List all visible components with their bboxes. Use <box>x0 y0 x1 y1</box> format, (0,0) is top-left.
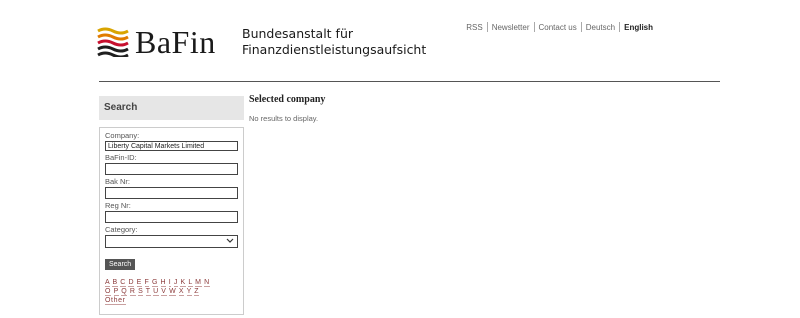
category-select[interactable] <box>105 235 238 248</box>
no-results-message: No results to display. <box>249 114 319 123</box>
nav-rss[interactable]: RSS <box>462 23 486 32</box>
letter-link[interactable]: P <box>113 288 119 296</box>
letter-link[interactable]: W <box>169 288 177 296</box>
nav-english[interactable]: English <box>620 23 657 32</box>
reg-nr-input[interactable] <box>105 211 238 223</box>
nav-deutsch[interactable]: Deutsch <box>582 23 619 32</box>
letter-link[interactable]: V <box>161 288 167 296</box>
company-input[interactable]: Liberty Capital Markets Limited <box>105 141 238 151</box>
letter-link[interactable]: U <box>153 288 159 296</box>
letter-link[interactable]: O <box>105 288 112 296</box>
top-nav: RSS Newsletter Contact us Deutsch Englis… <box>462 22 657 32</box>
nav-newsletter[interactable]: Newsletter <box>488 23 534 32</box>
letter-link[interactable]: K <box>180 279 186 287</box>
letter-link[interactable]: I <box>168 279 172 287</box>
logo-subtitle-line1: Bundesanstalt für <box>242 26 354 41</box>
other-link[interactable]: Other <box>105 297 126 305</box>
alphabet-row-3: Other <box>105 296 238 305</box>
letter-link[interactable]: Q <box>121 288 128 296</box>
category-label: Category: <box>105 225 138 234</box>
nav-contact-us[interactable]: Contact us <box>535 23 581 32</box>
letter-link[interactable]: S <box>138 288 144 296</box>
divider-left <box>99 81 244 82</box>
chevron-down-icon <box>226 238 234 243</box>
letter-link[interactable]: J <box>173 279 178 287</box>
logo-wordmark: BaFin <box>135 24 216 60</box>
letter-link[interactable]: X <box>178 288 185 296</box>
bak-nr-label: Bak Nr: <box>105 177 131 186</box>
divider-main <box>244 81 720 82</box>
letter-link[interactable]: R <box>129 288 136 296</box>
letter-link[interactable]: G <box>151 279 158 287</box>
letter-link[interactable]: D <box>128 279 135 287</box>
search-button[interactable]: Search <box>105 259 136 270</box>
alphabet-row-1: A B C D E F G H I J K L M N <box>105 278 238 287</box>
bak-nr-input[interactable] <box>105 187 238 199</box>
letter-link[interactable]: H <box>160 279 167 287</box>
sidebar: Search Company: Liberty Capital Markets … <box>99 96 244 315</box>
bafin-waves-icon <box>97 27 129 57</box>
search-form: Company: Liberty Capital Markets Limited… <box>99 127 244 315</box>
main-content: Selected company No results to display. <box>249 94 325 123</box>
logo-subtitle: Bundesanstalt für Finanzdienstleistungsa… <box>242 26 426 58</box>
letter-link[interactable]: F <box>144 279 150 287</box>
letter-link[interactable]: E <box>136 279 142 287</box>
alphabet-index: A B C D E F G H I J K L M N O P Q R S T … <box>105 278 238 305</box>
bafin-id-input[interactable] <box>105 163 238 175</box>
letter-link[interactable]: L <box>188 279 193 287</box>
logo-subtitle-line2: Finanzdienstleistungsaufsicht <box>242 42 427 57</box>
page-title: Selected company <box>249 94 326 105</box>
letter-link[interactable]: Y <box>186 288 192 296</box>
bafin-logo[interactable]: BaFin Bundesanstalt für Finanzdienstleis… <box>97 24 426 60</box>
letter-link[interactable]: A <box>105 279 110 287</box>
letter-link[interactable]: T <box>145 288 151 296</box>
letter-link[interactable]: B <box>112 279 118 287</box>
search-heading: Search <box>99 96 244 120</box>
letter-link[interactable]: C <box>120 279 126 287</box>
letter-link[interactable]: N <box>204 279 210 287</box>
letter-link[interactable]: Z <box>194 288 200 296</box>
alphabet-row-2: O P Q R S T U V W X Y Z <box>105 287 238 296</box>
company-label: Company: <box>105 131 140 140</box>
bafin-id-label: BaFin-ID: <box>105 153 137 162</box>
reg-nr-label: Reg Nr: <box>105 201 131 210</box>
letter-link[interactable]: M <box>195 279 202 287</box>
